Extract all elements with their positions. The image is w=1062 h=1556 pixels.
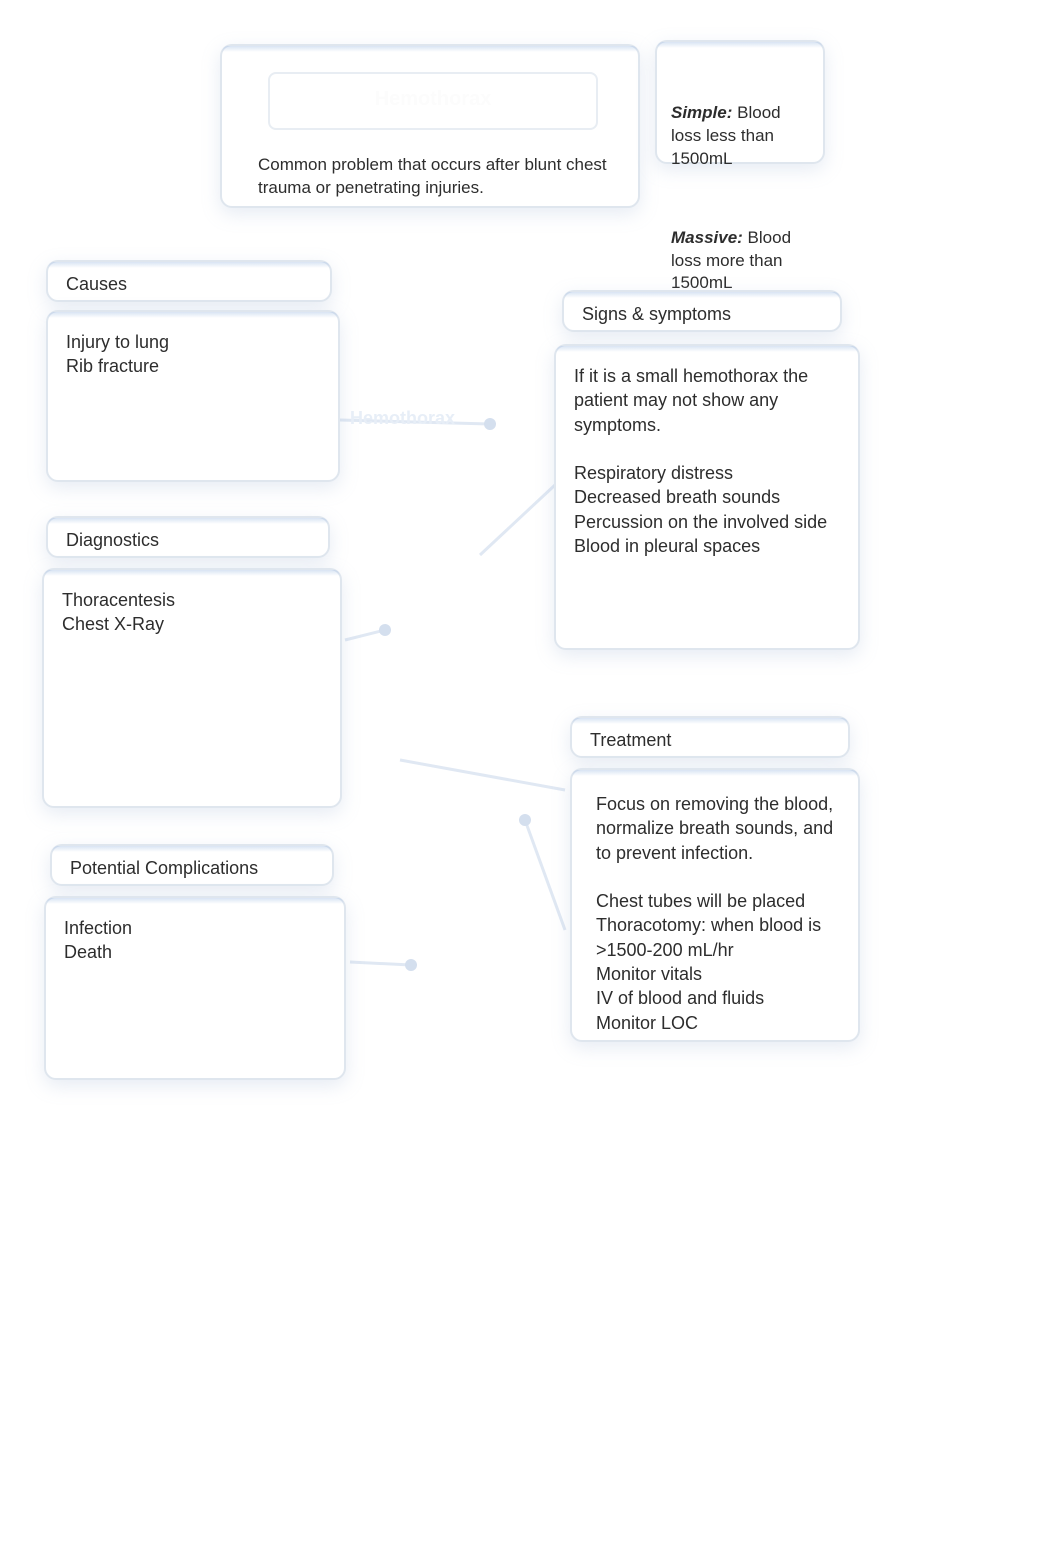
causes-header: Causes [66, 274, 127, 294]
complications-header-box: Potential Complications [50, 844, 334, 886]
signs-body-box: If it is a small hemothorax the patient … [554, 344, 860, 650]
diagnostics-header: Diagnostics [66, 530, 159, 550]
causes-header-box: Causes [46, 260, 332, 302]
classification-simple: Simple: Blood loss less than 1500mL [671, 79, 809, 171]
complications-header: Potential Complications [70, 858, 258, 878]
central-label: Hemothorax [350, 408, 455, 429]
treatment-body: Focus on removing the blood, normalize b… [596, 792, 834, 1035]
signs-header-box: Signs & symptoms [562, 290, 842, 332]
main-description: Common problem that occurs after blunt c… [258, 154, 616, 200]
classification-content: Simple: Blood loss less than 1500mL Mass… [671, 56, 809, 318]
diagnostics-body: Thoracentesis Chest X-Ray [62, 582, 322, 637]
classification-box: Simple: Blood loss less than 1500mL Mass… [655, 40, 825, 164]
simple-label: Simple: [671, 103, 732, 122]
causes-body: Injury to lung Rib fracture [66, 324, 320, 379]
main-title-text: Hemothorax [375, 88, 492, 110]
treatment-header: Treatment [590, 730, 671, 750]
treatment-header-box: Treatment [570, 716, 850, 758]
signs-body: If it is a small hemothorax the patient … [574, 358, 840, 558]
main-title: Hemothorax [268, 72, 598, 130]
massive-label: Massive: [671, 228, 743, 247]
complications-body-box: Infection Death [44, 896, 346, 1080]
diagnostics-body-box: Thoracentesis Chest X-Ray [42, 568, 342, 808]
causes-body-box: Injury to lung Rib fracture [46, 310, 340, 482]
signs-header: Signs & symptoms [582, 304, 731, 324]
classification-massive: Massive: Blood loss more than 1500mL [671, 204, 809, 296]
diagnostics-header-box: Diagnostics [46, 516, 330, 558]
treatment-body-box: Focus on removing the blood, normalize b… [570, 768, 860, 1042]
complications-body: Infection Death [64, 910, 326, 965]
